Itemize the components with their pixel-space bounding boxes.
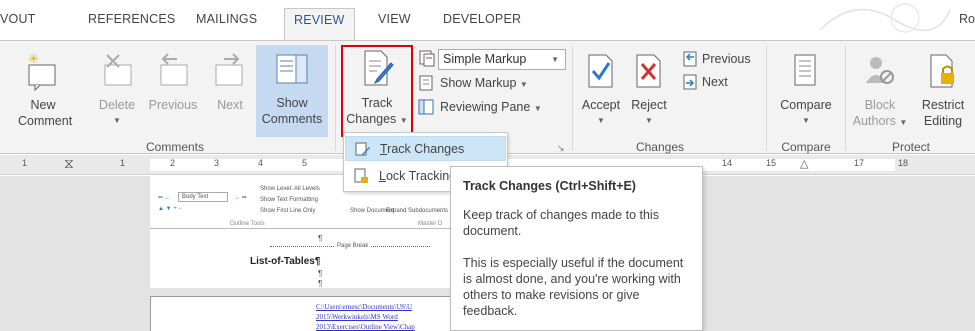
reject-button[interactable]: Reject ▼ [626, 51, 672, 129]
ruler-number: 18 [898, 158, 909, 168]
markup-select[interactable]: Simple Markup ▼ [438, 49, 566, 70]
block-authors-icon [866, 57, 894, 84]
previous-change-icon [683, 51, 697, 67]
page-break-label: Page Break [335, 243, 371, 249]
hyperlink[interactable]: C:\Users\ernesc\Documents\US\U [316, 303, 412, 311]
tab-layout[interactable]: VOUT [0, 12, 36, 26]
previous-change-button[interactable]: Previous [702, 49, 751, 69]
outline-arrows-right-icon: → ⇛ [234, 195, 247, 201]
reviewing-pane-button[interactable]: Reviewing Pane ▼ [440, 97, 542, 117]
show-markup-button[interactable]: Show Markup ▼ [440, 73, 528, 93]
group-label-comments: Comments [145, 140, 204, 154]
ribbon-tabs: VOUT REFERENCES MAILINGS REVIEW VIEW DEV… [0, 0, 975, 41]
group-label-compare: Compare [781, 140, 831, 154]
reviewing-pane-icon [418, 99, 434, 115]
outline-arrows-icon: ⇚ ← [158, 195, 171, 201]
tab-view[interactable]: VIEW [378, 12, 411, 26]
reject-icon [636, 54, 661, 88]
ruler-indent-marker-icon[interactable]: ⧖ [64, 155, 74, 172]
document-page[interactable]: ⇚ ← Body Text → ⇛ ▲ ▼ + − Show Level: Al… [150, 176, 455, 288]
block-authors-button[interactable]: Block Authors ▼ [852, 51, 908, 131]
tooltip-paragraph: This is especially useful if the documen… [463, 256, 684, 318]
restrict-editing-button[interactable]: Restrict Editing [914, 51, 972, 129]
compare-icon [794, 54, 816, 86]
markup-icon [419, 50, 435, 67]
pilcrow-mark: ¶ [318, 234, 323, 243]
ruler-number: 15 [766, 158, 777, 168]
outline-level-select: Body Text [178, 192, 228, 202]
pilcrow-mark: ¶ [318, 279, 323, 288]
tab-references[interactable]: REFERENCES [88, 12, 175, 26]
ruler-number: 2 [170, 158, 176, 168]
track-changes-icon [355, 142, 370, 156]
ruler-number: 1 [22, 158, 28, 168]
pilcrow-mark: ¶ [318, 269, 323, 278]
group-divider [335, 45, 336, 151]
divider [150, 228, 455, 229]
next-comment-button[interactable]: Next [210, 51, 250, 113]
show-markup-icon [419, 75, 433, 91]
accept-button[interactable]: Accept ▼ [578, 51, 624, 129]
hyperlink[interactable]: 2015\Werkwinkels\MS Word [316, 313, 398, 321]
outline-move-icon: ▲ ▼ + − [158, 206, 182, 212]
dialog-launcher-icon[interactable]: ↘ [557, 143, 565, 154]
ruler-number: 5 [302, 158, 308, 168]
ruler-number: 1 [120, 158, 126, 168]
previous-comment-button[interactable]: Previous [145, 51, 201, 113]
restrict-editing-icon [930, 54, 954, 88]
show-text-formatting-text: Show Text Formatting [260, 197, 318, 203]
show-first-line-text: Show First Line Only [260, 208, 316, 214]
ruler-number: 17 [854, 158, 865, 168]
group-label-changes: Changes [635, 140, 685, 154]
tooltip-title: Track Changes (Ctrl+Shift+E) [463, 179, 636, 193]
outline-tools-label: Outline Tools [230, 221, 265, 227]
master-document-label: Master D [418, 221, 443, 227]
group-label-protect: Protect [891, 140, 930, 154]
next-change-button[interactable]: Next [702, 72, 728, 92]
hyperlink[interactable]: 2013\Exercises\Outline View\Chap [316, 323, 415, 331]
ruler-number: 14 [722, 158, 733, 168]
ruler-number: 4 [258, 158, 264, 168]
delete-comment-button[interactable]: Delete ▼ [94, 51, 140, 129]
tooltip-paragraph: Keep track of changes made to this docum… [463, 208, 659, 238]
list-of-tables-heading[interactable]: List-of-Tables¶ [250, 256, 320, 267]
group-divider [572, 45, 573, 151]
ruler-number: 3 [214, 158, 220, 168]
new-comment-button[interactable]: ✳ New Comment [18, 51, 72, 129]
user-name[interactable]: Ro [959, 12, 975, 26]
accept-icon [588, 54, 613, 88]
svg-text:✳: ✳ [28, 52, 39, 67]
lock-tracking-icon [354, 168, 368, 183]
compare-button[interactable]: Compare ▼ [776, 51, 836, 129]
tab-developer[interactable]: DEVELOPER [443, 12, 521, 26]
tab-mailings[interactable]: MAILINGS [196, 12, 257, 26]
tab-review[interactable]: REVIEW [284, 8, 355, 41]
decorative-swirl-icon [819, 3, 951, 33]
ruler-right-indent-icon[interactable]: △ [800, 157, 808, 170]
show-comments-button[interactable]: Show Comments [256, 45, 328, 137]
show-comments-icon [276, 54, 308, 84]
new-comment-icon: ✳ [28, 52, 56, 91]
expand-subdocuments-text: Expand Subdocuments [386, 208, 449, 214]
delete-comment-icon [104, 54, 132, 86]
next-change-icon [683, 74, 697, 90]
previous-comment-icon [160, 53, 188, 86]
group-divider [845, 45, 846, 151]
track-changes-tooltip: Track Changes (Ctrl+Shift+E) Keep track … [450, 166, 703, 331]
next-comment-icon [215, 53, 243, 86]
show-level-text: Show Level: All Levels [260, 186, 320, 192]
group-divider [766, 45, 767, 151]
document-page-2[interactable]: C:\Users\ernesc\Documents\US\U 2015\Werk… [150, 296, 455, 331]
highlight-box [341, 45, 413, 137]
menu-item-track-changes[interactable]: Track Changes [345, 136, 506, 161]
